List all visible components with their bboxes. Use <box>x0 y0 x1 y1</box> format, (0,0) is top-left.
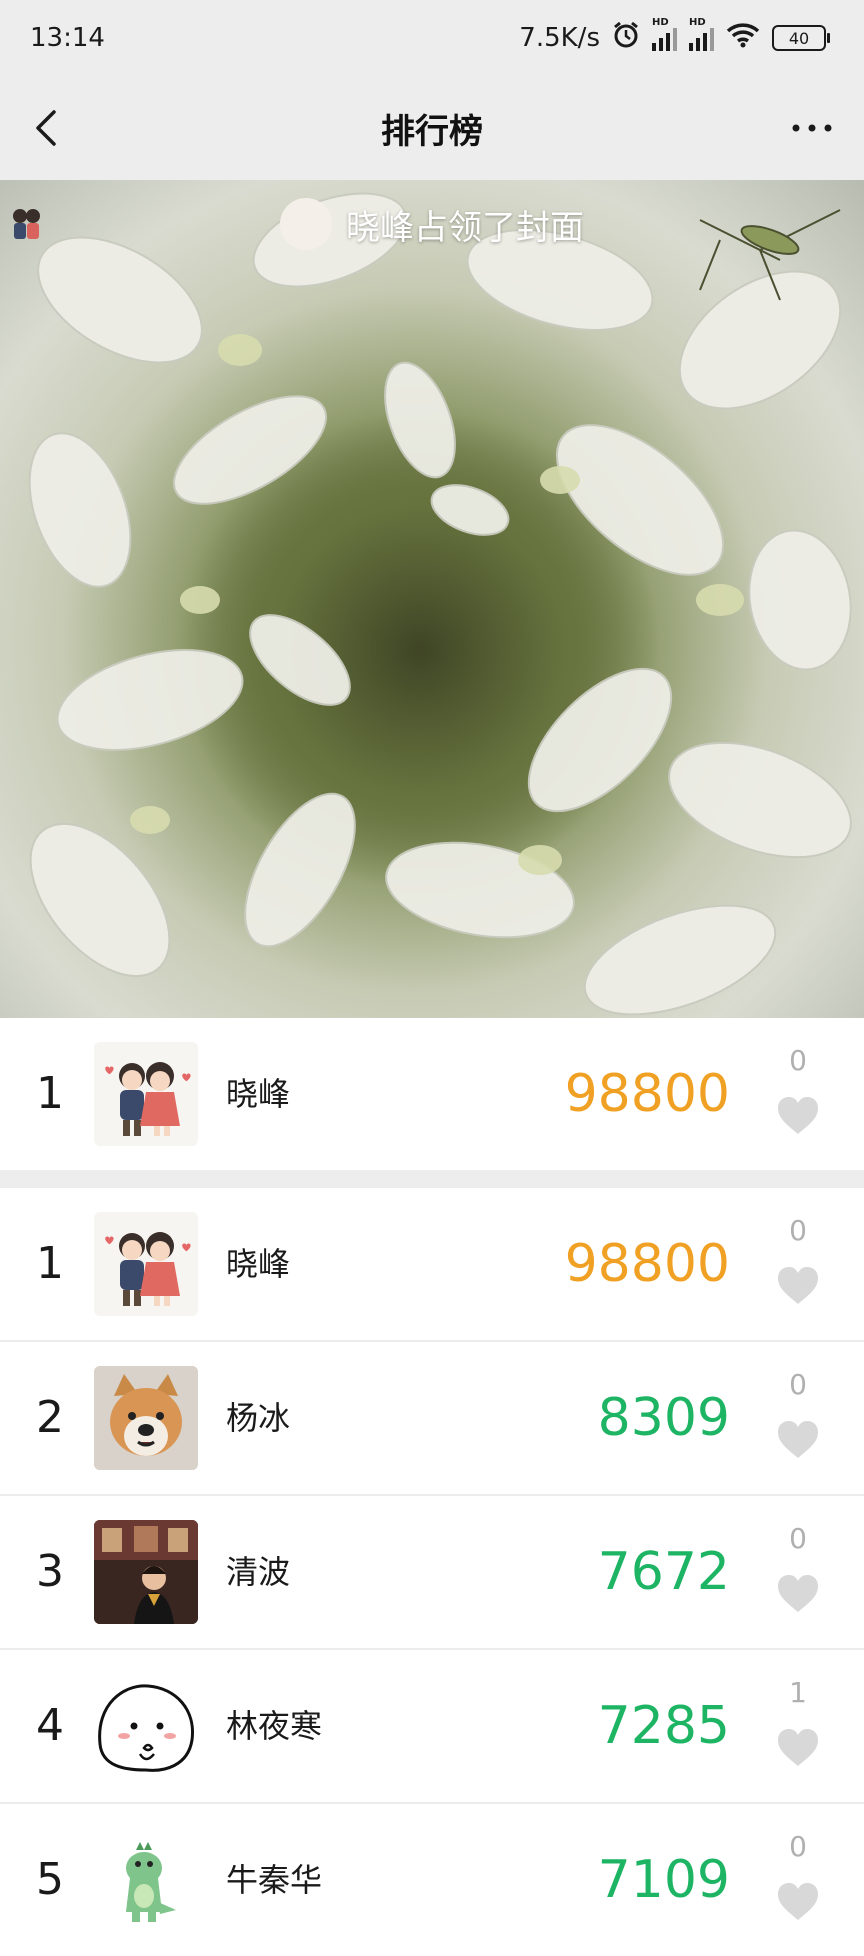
heart-icon[interactable] <box>776 1420 820 1460</box>
page-title: 排行榜 <box>381 111 483 152</box>
like-count: 1 <box>789 1676 807 1709</box>
avatar[interactable] <box>94 1828 198 1932</box>
user-name: 牛秦华 <box>226 1861 323 1899</box>
heart-icon[interactable] <box>776 1882 820 1922</box>
step-count: 7672 <box>597 1542 730 1602</box>
more-dots-icon[interactable] <box>788 108 836 148</box>
status-bar: 13:14 7.5K/s HD HD 40 <box>0 0 864 76</box>
avatar[interactable] <box>94 1366 198 1470</box>
rank-number: 4 <box>36 1700 64 1751</box>
battery-icon: 40 <box>772 25 830 51</box>
rank-number: 3 <box>36 1546 64 1597</box>
leaderboard-row[interactable]: 1 晓峰 98800 0 <box>0 1188 864 1340</box>
leaderboard-row[interactable]: 3 清波 7672 0 <box>0 1496 864 1648</box>
rank-number: 2 <box>36 1392 64 1443</box>
rank-number: 1 <box>36 1238 64 1289</box>
wifi-icon <box>726 22 760 55</box>
heart-icon[interactable] <box>776 1266 820 1306</box>
user-name: 杨冰 <box>226 1399 291 1437</box>
like-count: 0 <box>789 1830 807 1863</box>
avatar[interactable] <box>94 1674 198 1778</box>
leaderboard-row[interactable]: 2 杨冰 8309 0 <box>0 1342 864 1494</box>
avatar[interactable] <box>94 1520 198 1624</box>
cover-image[interactable]: 晓峰占领了封面 <box>0 180 864 1018</box>
step-count: 8309 <box>597 1388 730 1448</box>
step-count: 98800 <box>564 1064 730 1124</box>
rank-number: 5 <box>36 1854 64 1905</box>
cover-caption: 晓峰占领了封面 <box>0 198 864 250</box>
heart-icon[interactable] <box>776 1728 820 1768</box>
leaderboard-row[interactable]: 5 牛秦华 7109 0 <box>0 1804 864 1932</box>
like-count: 0 <box>789 1368 807 1401</box>
step-count: 98800 <box>564 1234 730 1294</box>
user-name: 林夜寒 <box>226 1707 323 1745</box>
status-icons: 7.5K/s HD HD 40 <box>519 17 830 56</box>
cover-owner-avatar <box>13 198 332 250</box>
section-divider <box>0 1170 864 1188</box>
leaderboard-row[interactable]: 4 林夜寒 7285 1 <box>0 1650 864 1802</box>
status-time: 13:14 <box>30 23 105 53</box>
user-name: 晓峰 <box>226 1075 291 1113</box>
avatar[interactable] <box>94 1042 198 1146</box>
user-name: 晓峰 <box>226 1245 291 1283</box>
like-count: 0 <box>789 1522 807 1555</box>
step-count: 7285 <box>597 1696 730 1756</box>
flower-photo <box>28 192 852 1016</box>
avatar[interactable] <box>94 1212 198 1316</box>
cover-caption-text: 晓峰占领了封面 <box>346 207 584 248</box>
heart-icon[interactable] <box>776 1574 820 1614</box>
back-arrow-icon[interactable] <box>26 104 74 152</box>
user-name: 清波 <box>226 1553 291 1591</box>
heart-icon[interactable] <box>776 1096 820 1136</box>
step-count: 7109 <box>597 1850 730 1910</box>
rank-number: 1 <box>36 1068 64 1119</box>
signal-icon: HD <box>689 17 714 51</box>
like-count: 0 <box>789 1044 807 1077</box>
my-rank-row[interactable]: 1 晓峰 98800 0 <box>0 1018 864 1170</box>
nav-bar: 排行榜 <box>0 76 864 180</box>
signal-icon: HD <box>652 17 677 51</box>
alarm-icon <box>612 21 640 56</box>
network-speed: 7.5K/s <box>519 23 600 53</box>
like-count: 0 <box>789 1214 807 1247</box>
